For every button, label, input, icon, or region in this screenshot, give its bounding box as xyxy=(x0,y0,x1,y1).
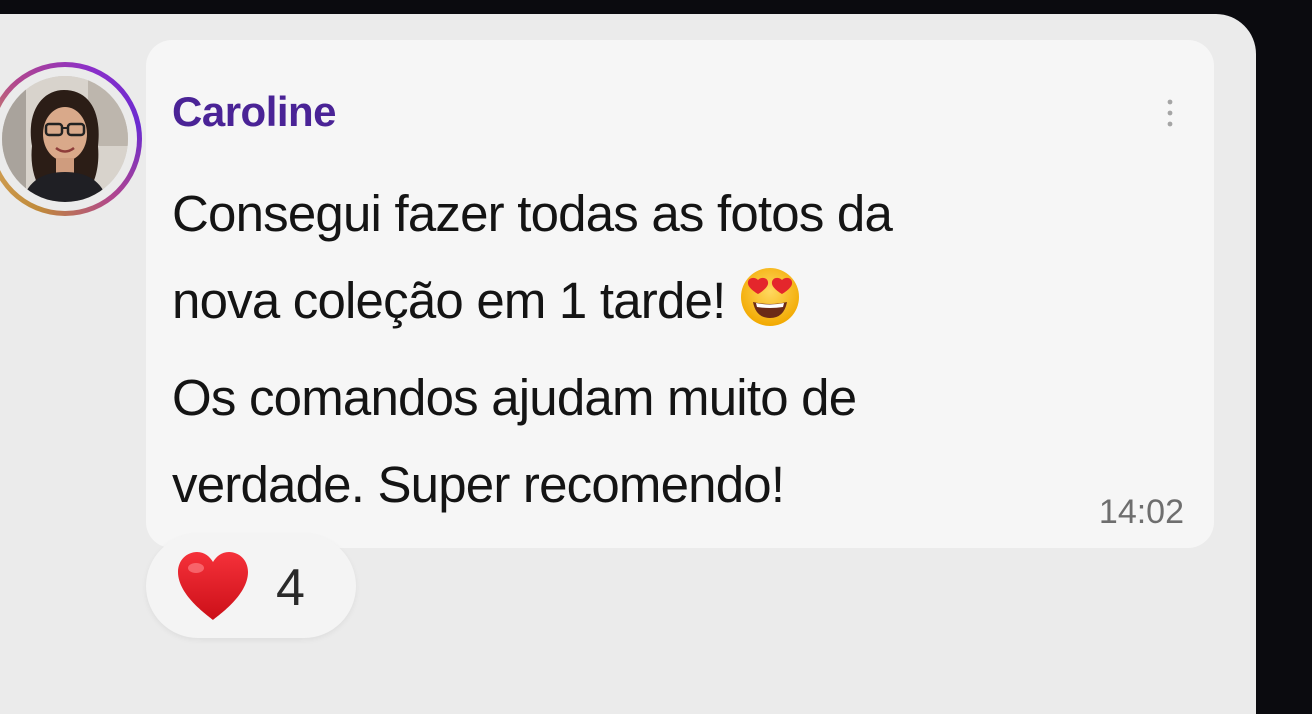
message-timestamp: 14:02 xyxy=(1098,493,1184,531)
heart-icon xyxy=(174,550,252,622)
avatar-frame xyxy=(0,67,137,211)
message-line: verdade. Super recomendo! xyxy=(172,456,785,513)
message-line: Os comandos ajudam muito de xyxy=(172,369,857,426)
message-menu-icon[interactable] xyxy=(1166,98,1173,127)
reaction-count: 4 xyxy=(276,559,305,617)
message-line-with-emoji: nova coleção em 1 tarde! xyxy=(172,257,1092,354)
avatar-photo-image xyxy=(2,76,128,202)
more-vertical-icon xyxy=(1167,99,1173,127)
avatar-story-ring[interactable] xyxy=(0,62,142,216)
chat-screen: Caroline Consegui fazer todas as fotos d… xyxy=(0,14,1256,714)
sender-name[interactable]: Caroline xyxy=(172,88,337,136)
message-line: Consegui fazer todas as fotos da xyxy=(172,185,893,242)
reaction-pill[interactable]: 4 xyxy=(146,534,356,638)
message-text: Consegui fazer todas as fotos da nova co… xyxy=(172,170,1092,528)
heart-eyes-emoji-icon xyxy=(739,266,801,354)
message-line: nova coleção em 1 tarde! xyxy=(172,272,726,329)
avatar xyxy=(2,76,128,202)
message-bubble[interactable]: Caroline Consegui fazer todas as fotos d… xyxy=(146,40,1214,548)
